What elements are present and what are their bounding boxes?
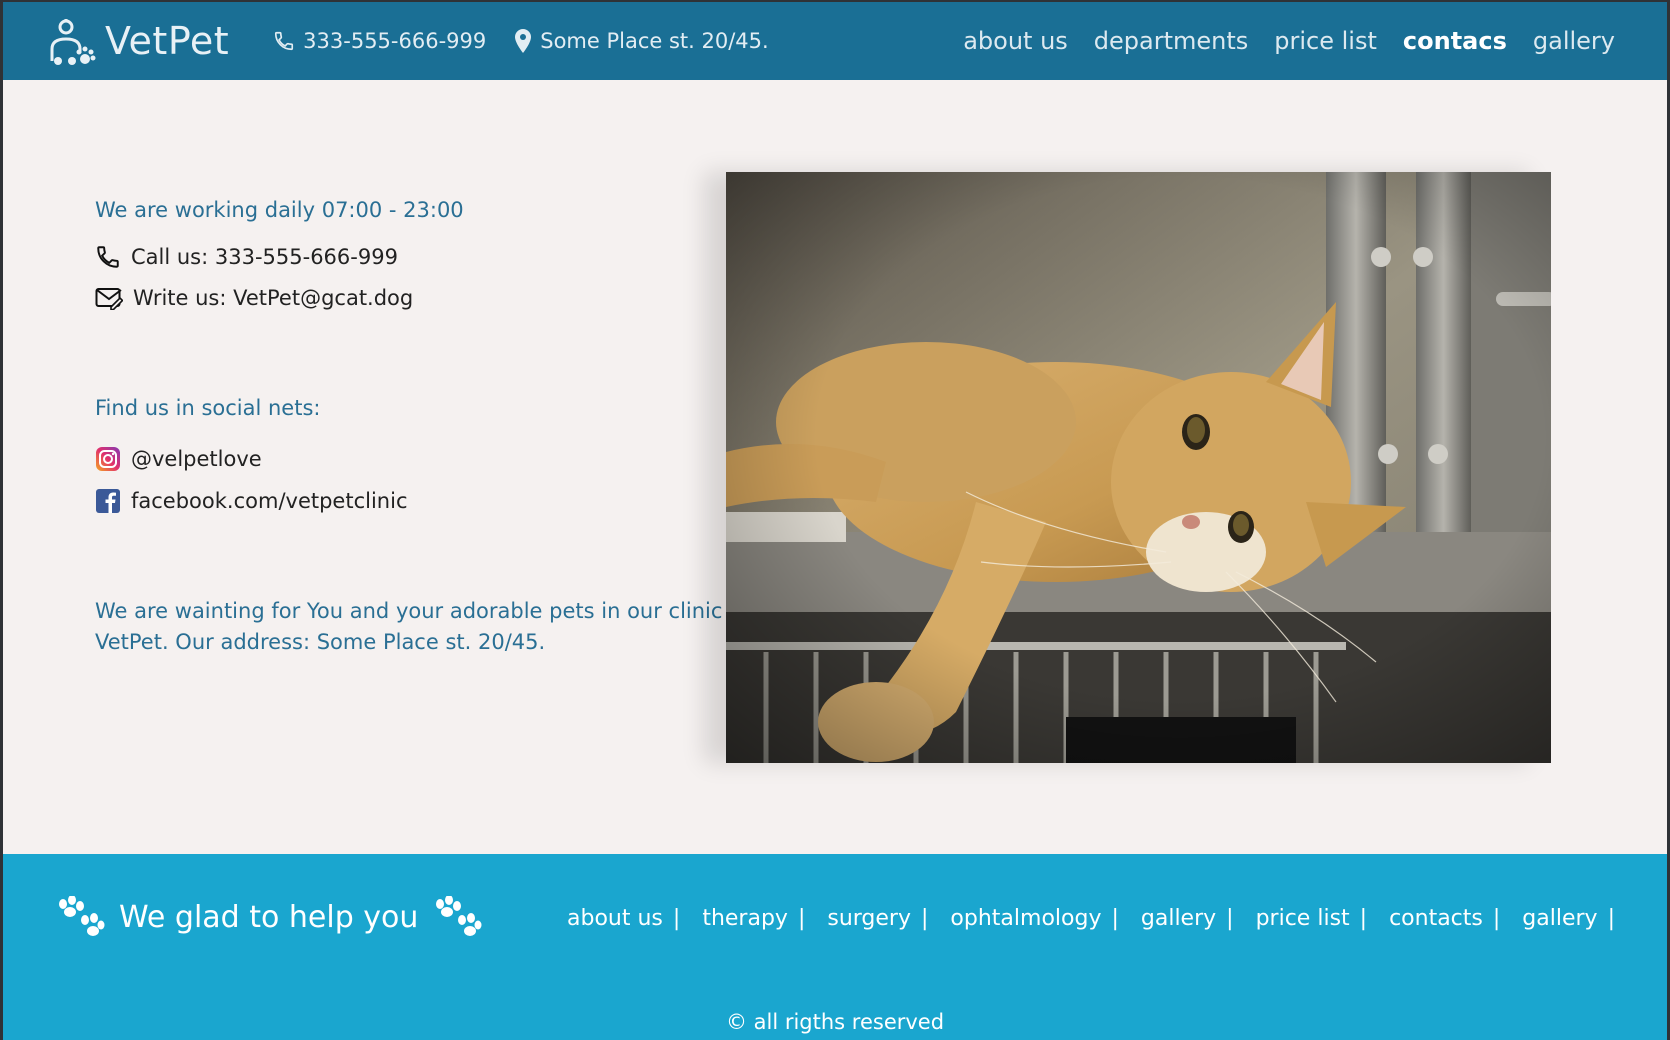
footer-link-therapy[interactable]: therapy <box>702 906 788 931</box>
footer-separator: | <box>1359 906 1368 931</box>
footer-link-gallery[interactable]: gallery <box>1141 906 1216 931</box>
write-text: Write us: VetPet@gcat.dog <box>133 286 414 310</box>
contact-info: We are working daily 07:00 - 23:00 Call … <box>95 198 735 658</box>
footer-nav: about us | therapy | surgery | ophtalmol… <box>567 906 1615 931</box>
footer-link-gallery-2[interactable]: gallery <box>1522 906 1597 931</box>
slogan-text: We glad to help you <box>119 899 419 935</box>
call-row[interactable]: Call us: 333-555-666-999 <box>95 244 735 270</box>
copyright: © all rigths reserved <box>725 1010 945 1034</box>
footer-separator: | <box>1492 906 1501 931</box>
footer-separator: | <box>797 906 806 931</box>
vet-logo-icon <box>50 19 96 65</box>
logo[interactable]: VetPet <box>47 15 229 67</box>
header-phone-text: 333-555-666-999 <box>303 29 487 53</box>
closing-line-2: VetPet. Our address: Some Place st. 20/4… <box>95 630 546 654</box>
site-footer: We glad to help you about us | therapy | <box>3 854 1667 1040</box>
instagram-icon <box>96 447 120 471</box>
phone-icon <box>275 31 294 51</box>
footer-link-about-us[interactable]: about us <box>567 906 663 931</box>
site-header: VetPet 333-555-666-999 Some Place st. 20… <box>3 2 1667 80</box>
footer-link-price-list[interactable]: price list <box>1256 906 1350 931</box>
paw-icon <box>59 896 105 936</box>
social-heading: Find us in social nets: <box>95 396 321 420</box>
facebook-link: facebook.com/vetpetclinic <box>131 489 408 513</box>
page: VetPet 333-555-666-999 Some Place st. 20… <box>0 0 1670 1040</box>
location-pin-icon <box>515 29 532 53</box>
paw-icon <box>436 896 482 936</box>
facebook-row[interactable]: facebook.com/vetpetclinic <box>95 488 735 514</box>
call-text: Call us: 333-555-666-999 <box>131 245 398 269</box>
nav-departments[interactable]: departments <box>1094 27 1249 55</box>
closing-text: We are wainting for You and your adorabl… <box>95 596 735 658</box>
nav-contacts[interactable]: contacs <box>1403 27 1507 55</box>
footer-separator: | <box>1111 906 1119 931</box>
cat-image <box>726 172 1551 763</box>
working-hours: We are working daily 07:00 - 23:00 <box>95 198 464 222</box>
logo-text: VetPet <box>105 19 230 63</box>
footer-link-surgery[interactable]: surgery <box>827 906 911 931</box>
write-row[interactable]: Write us: VetPet@gcat.dog <box>95 286 735 310</box>
nav-price-list[interactable]: price list <box>1274 27 1377 55</box>
footer-slogan: We glad to help you <box>55 896 482 938</box>
instagram-handle: @velpetlove <box>131 447 262 471</box>
footer-separator: | <box>921 906 929 931</box>
mail-icon <box>95 288 123 310</box>
cat-photo <box>726 172 1551 763</box>
phone-icon <box>97 246 119 268</box>
instagram-row[interactable]: @velpetlove <box>95 446 735 472</box>
nav-about-us[interactable]: about us <box>963 27 1068 55</box>
footer-link-contacts[interactable]: contacts <box>1389 906 1483 931</box>
header-address-text: Some Place st. 20/45. <box>540 29 769 53</box>
facebook-icon <box>96 489 120 513</box>
header-address[interactable]: Some Place st. 20/45. <box>514 29 769 53</box>
footer-separator: | <box>672 906 681 931</box>
main-nav: about us departments price list contacs … <box>937 27 1615 55</box>
footer-separator: | <box>1607 906 1615 931</box>
footer-link-ophtalmology[interactable]: ophtalmology <box>950 906 1101 931</box>
closing-line-1: We are wainting for You and your adorabl… <box>95 599 723 623</box>
header-phone[interactable]: 333-555-666-999 <box>273 29 486 53</box>
nav-gallery[interactable]: gallery <box>1533 27 1615 55</box>
footer-separator: | <box>1226 906 1234 931</box>
